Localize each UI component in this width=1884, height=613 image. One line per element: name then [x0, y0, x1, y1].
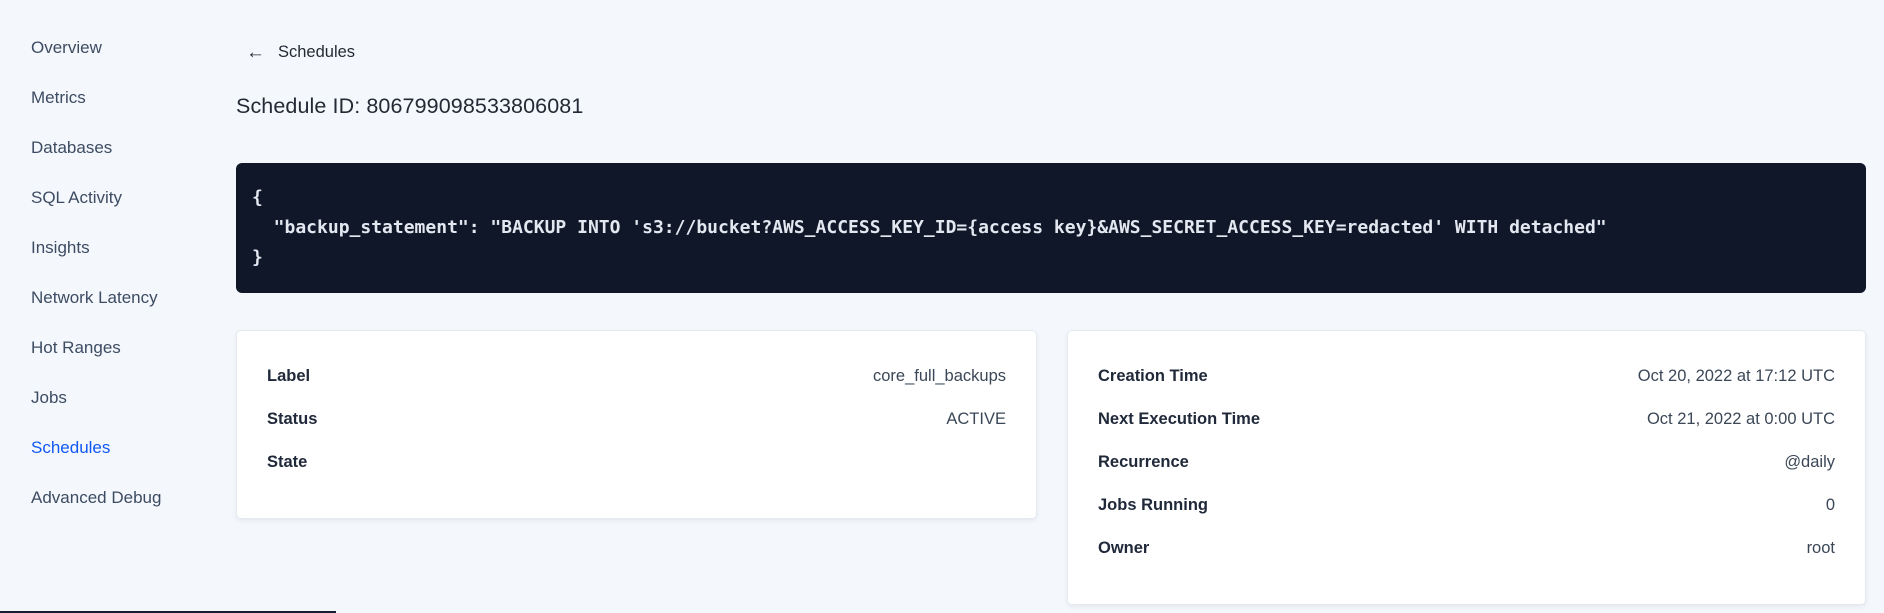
- table-row: Recurrence @daily: [1098, 441, 1835, 484]
- row-value: Oct 20, 2022 at 17:12 UTC: [1637, 367, 1835, 385]
- row-label: Status: [267, 410, 318, 428]
- table-row: Label core_full_backups: [267, 355, 1006, 398]
- row-value: core_full_backups: [873, 367, 1006, 385]
- sidebar-item-schedules[interactable]: Schedules: [0, 423, 236, 473]
- page-title: Schedule ID: 806799098533806081: [236, 94, 584, 118]
- schedule-timing-card: Creation Time Oct 20, 2022 at 17:12 UTC …: [1067, 330, 1866, 605]
- row-value: @daily: [1784, 453, 1835, 471]
- row-label: Recurrence: [1098, 453, 1189, 471]
- table-row: Creation Time Oct 20, 2022 at 17:12 UTC: [1098, 355, 1835, 398]
- row-label: State: [267, 453, 308, 471]
- row-value: root: [1806, 539, 1835, 557]
- table-row: State: [267, 441, 1006, 484]
- sidebar-item-jobs[interactable]: Jobs: [0, 373, 236, 423]
- sidebar-item-insights[interactable]: Insights: [0, 223, 236, 273]
- table-row: Owner root: [1098, 527, 1835, 570]
- row-label: Label: [267, 367, 311, 385]
- sidebar-item-hot-ranges[interactable]: Hot Ranges: [0, 323, 236, 373]
- summary-cards: Label core_full_backups Status ACTIVE St…: [236, 330, 1866, 605]
- table-row: Status ACTIVE: [267, 398, 1006, 441]
- table-row: Next Execution Time Oct 21, 2022 at 0:00…: [1098, 398, 1835, 441]
- sidebar-item-advanced-debug[interactable]: Advanced Debug: [0, 473, 236, 523]
- sidebar-item-databases[interactable]: Databases: [0, 123, 236, 173]
- sidebar-item-sql-activity[interactable]: SQL Activity: [0, 173, 236, 223]
- sidebar-item-network-latency[interactable]: Network Latency: [0, 273, 236, 323]
- row-value: 0: [1825, 496, 1835, 514]
- row-label: Creation Time: [1098, 367, 1208, 385]
- row-label: Owner: [1098, 539, 1150, 557]
- main-content: ← Schedules Schedule ID: 806799098533806…: [236, 0, 1866, 605]
- code-line: "backup_statement": "BACKUP INTO 's3://b…: [252, 217, 1607, 238]
- row-value: Oct 21, 2022 at 0:00 UTC: [1646, 410, 1835, 428]
- row-value: ACTIVE: [946, 410, 1006, 428]
- row-label: Jobs Running: [1098, 496, 1208, 514]
- row-label: Next Execution Time: [1098, 410, 1260, 428]
- sidebar-nav: Overview Metrics Databases SQL Activity …: [0, 0, 236, 613]
- sidebar-item-overview[interactable]: Overview: [0, 23, 236, 73]
- code-line: }: [252, 247, 263, 268]
- code-line: {: [252, 187, 263, 208]
- sidebar-item-metrics[interactable]: Metrics: [0, 73, 236, 123]
- schedule-info-card: Label core_full_backups Status ACTIVE St…: [236, 330, 1037, 519]
- schedule-definition-code-block: { "backup_statement": "BACKUP INTO 's3:/…: [236, 163, 1866, 293]
- arrow-left-icon: ←: [246, 41, 265, 63]
- back-link[interactable]: ← Schedules: [236, 41, 355, 63]
- back-link-label: Schedules: [278, 42, 356, 61]
- table-row: Jobs Running 0: [1098, 484, 1835, 527]
